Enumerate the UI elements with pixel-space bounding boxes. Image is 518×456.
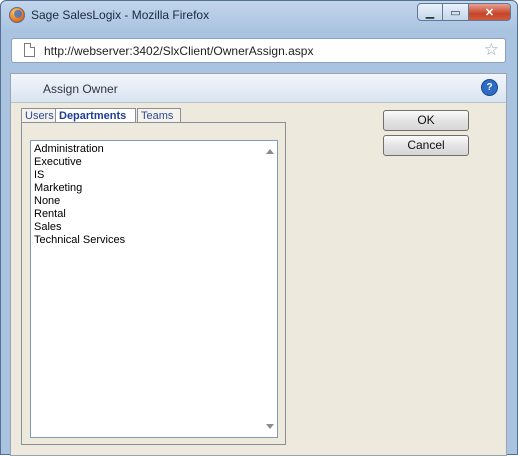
list-item[interactable]: Sales <box>34 221 62 234</box>
dialog-title: Assign Owner <box>43 82 118 96</box>
ok-button[interactable]: OK <box>383 110 469 131</box>
tab-panel: Administration Executive IS Marketing No… <box>21 122 286 445</box>
maximize-button[interactable]: ▭ <box>443 3 469 21</box>
dialog-header: Assign Owner ? <box>11 74 506 103</box>
page-icon <box>24 43 35 57</box>
url-text[interactable]: http://webserver:3402/SlxClient/OwnerAss… <box>44 44 313 58</box>
cancel-button[interactable]: Cancel <box>383 135 469 156</box>
list-item[interactable]: Executive <box>34 156 82 169</box>
list-item[interactable]: Technical Services <box>34 234 125 247</box>
address-bar[interactable]: http://webserver:3402/SlxClient/OwnerAss… <box>11 38 506 63</box>
list-item[interactable]: Rental <box>34 208 66 221</box>
window-controls: ▁ ▭ ✕ <box>417 3 511 21</box>
window-title: Sage SalesLogix - Mozilla Firefox <box>31 8 210 22</box>
list-item[interactable]: None <box>34 195 60 208</box>
tab-teams[interactable]: Teams <box>137 108 181 123</box>
firefox-icon <box>9 7 25 23</box>
tab-users[interactable]: Users <box>21 108 56 123</box>
scroll-up-icon[interactable] <box>266 149 274 154</box>
departments-listbox[interactable]: Administration Executive IS Marketing No… <box>30 140 278 438</box>
title-bar[interactable]: Sage SalesLogix - Mozilla Firefox ▁ ▭ ✕ <box>1 1 517 31</box>
close-button[interactable]: ✕ <box>469 3 511 21</box>
browser-window: Sage SalesLogix - Mozilla Firefox ▁ ▭ ✕ … <box>0 0 518 456</box>
list-scrollbar[interactable] <box>262 141 277 437</box>
list-item[interactable]: IS <box>34 169 44 182</box>
scroll-down-icon[interactable] <box>266 424 274 429</box>
list-item[interactable]: Administration <box>34 143 104 156</box>
minimize-button[interactable]: ▁ <box>417 3 443 21</box>
dialog-content: Assign Owner ? Users Departments Teams A… <box>10 73 507 456</box>
help-icon[interactable]: ? <box>482 80 497 95</box>
bookmark-star-icon[interactable]: ☆ <box>484 41 499 59</box>
list-item[interactable]: Marketing <box>34 182 82 195</box>
